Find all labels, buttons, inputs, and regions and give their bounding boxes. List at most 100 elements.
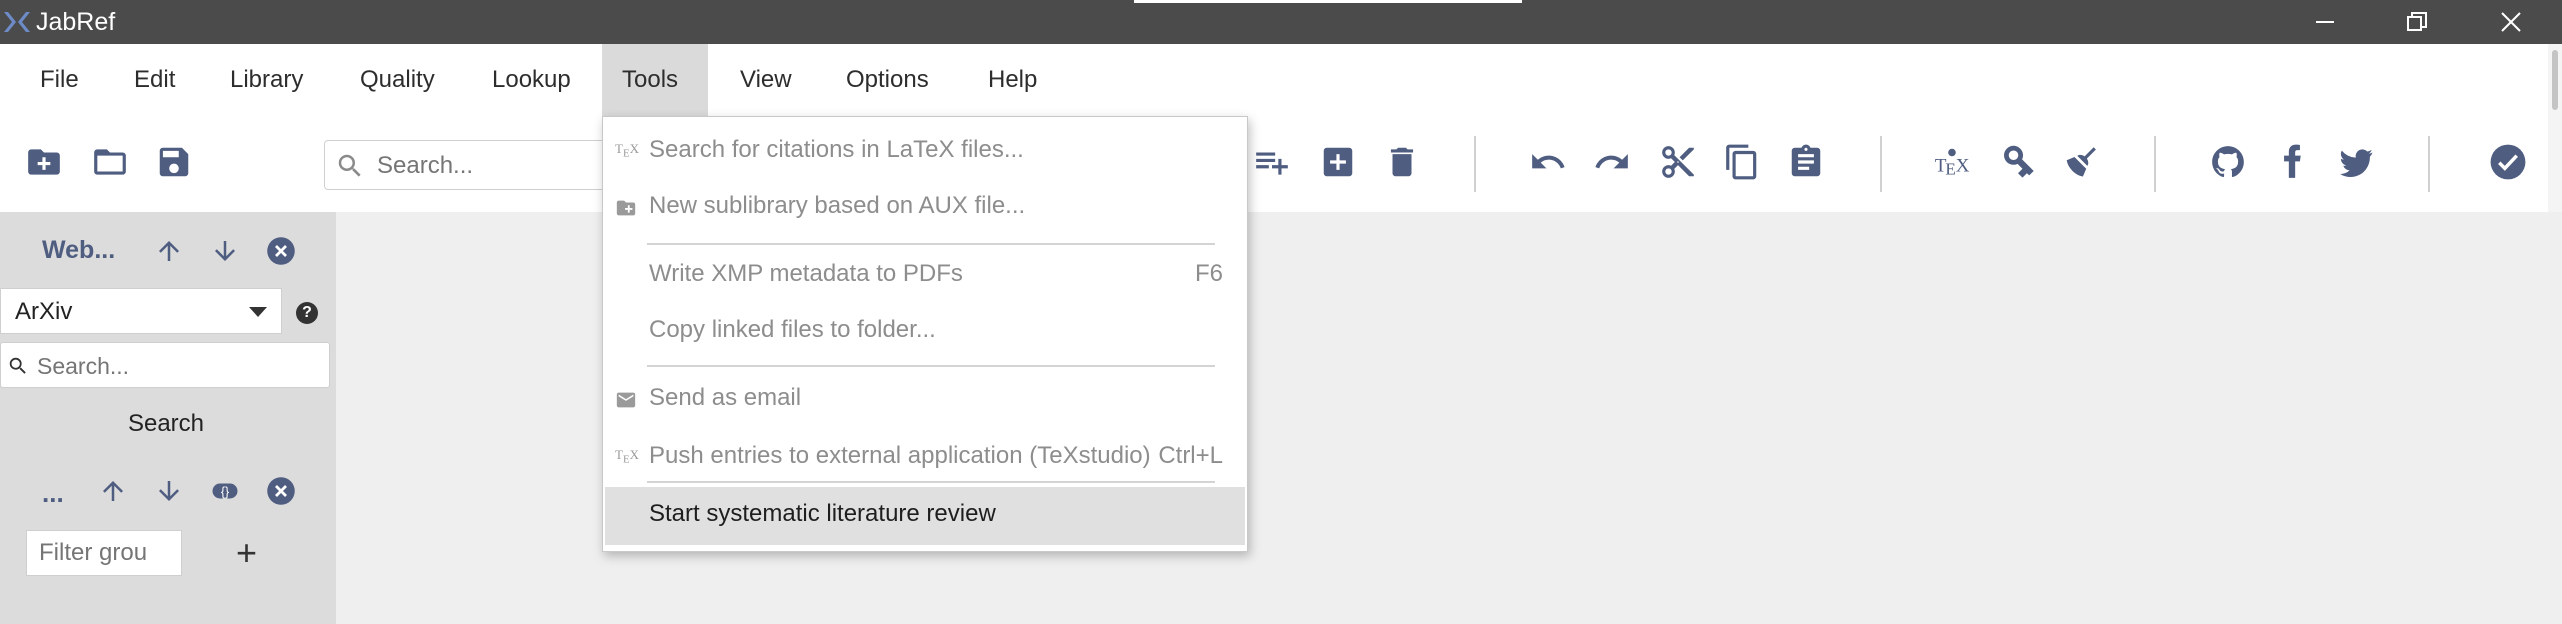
- copy-button[interactable]: [1720, 140, 1764, 184]
- menu-item-label: Copy linked files to folder...: [649, 316, 936, 343]
- arrow-down-icon: [215, 241, 235, 261]
- menu-item-label: Push entries to external application (Te…: [649, 442, 1151, 469]
- help-icon[interactable]: ?: [296, 302, 318, 324]
- fetcher-selected-value: ArXiv: [15, 298, 73, 325]
- undo-icon: [1532, 154, 1565, 169]
- menu-quality[interactable]: Quality: [340, 44, 455, 116]
- add-entry-button[interactable]: [1316, 140, 1360, 184]
- new-sublibrary-icon: [616, 200, 636, 216]
- menu-options[interactable]: Options: [826, 44, 949, 116]
- tex-icon: TEX: [1935, 148, 1970, 178]
- menu-tools[interactable]: Tools: [602, 44, 708, 116]
- menu-item-label: Search for citations in LaTeX files...: [649, 136, 1024, 163]
- menu-file[interactable]: File: [20, 44, 99, 116]
- web-search-title: Web...: [42, 236, 116, 264]
- svg-text:X: X: [1956, 156, 1970, 177]
- groups-move-up-button[interactable]: [96, 474, 130, 508]
- chevron-down-icon: [249, 307, 267, 317]
- twitter-icon: [2340, 149, 2373, 177]
- global-search-input[interactable]: [377, 147, 597, 185]
- cut-button[interactable]: [1656, 140, 1700, 184]
- svg-text:E: E: [1945, 159, 1955, 178]
- minimize-button[interactable]: [2280, 0, 2370, 44]
- open-folder-icon: [94, 149, 126, 175]
- web-search-move-down-button[interactable]: [208, 234, 242, 268]
- toolbar-separator: [2428, 136, 2430, 192]
- title-bar: JabRef: [0, 0, 2562, 44]
- generate-key-button[interactable]: [1996, 140, 2040, 184]
- menu-item-label: Write XMP metadata to PDFs: [649, 260, 963, 287]
- groups-options-button[interactable]: {}: [208, 474, 242, 508]
- menu-item-start-slr[interactable]: Start systematic literature review: [605, 487, 1245, 545]
- web-search-field[interactable]: [0, 342, 330, 388]
- copy-icon: [1726, 144, 1757, 180]
- menu-lookup[interactable]: Lookup: [472, 44, 591, 116]
- menu-item-push-external[interactable]: TEX Push entries to external application…: [605, 429, 1245, 485]
- paste-button[interactable]: [1784, 140, 1828, 184]
- jabref-logo-icon: [4, 12, 30, 32]
- menu-edit[interactable]: Edit: [114, 44, 195, 116]
- redo-button[interactable]: [1590, 140, 1634, 184]
- facebook-icon: [2284, 144, 2301, 178]
- svg-text:{}: {}: [221, 485, 229, 499]
- cut-icon: [1662, 146, 1694, 178]
- menu-item-label: Start systematic literature review: [649, 500, 996, 527]
- menu-item-new-sublibrary[interactable]: New sublibrary based on AUX file...: [605, 179, 1245, 235]
- undo-button[interactable]: [1526, 140, 1570, 184]
- toolbar-separator: [2154, 136, 2156, 192]
- filter-groups-field[interactable]: [26, 530, 182, 576]
- add-group-button[interactable]: +: [236, 532, 257, 574]
- web-search-move-up-button[interactable]: [152, 234, 186, 268]
- web-search-input[interactable]: [37, 348, 317, 384]
- delete-entry-button[interactable]: [1380, 140, 1424, 184]
- scrollbar-thumb[interactable]: [2552, 50, 2558, 110]
- close-circle-icon: [267, 237, 295, 265]
- toolbar: TEX: [0, 116, 2562, 212]
- menu-separator: [647, 243, 1215, 245]
- search-icon: [9, 357, 26, 374]
- menu-item-send-email[interactable]: Send as email: [605, 371, 1245, 427]
- twitter-button[interactable]: [2334, 140, 2378, 184]
- minimize-icon: [2316, 21, 2334, 23]
- tex-button[interactable]: TEX: [1930, 140, 1974, 184]
- new-library-icon: [28, 149, 60, 175]
- new-library-button[interactable]: [22, 140, 66, 184]
- window-title: JabRef: [36, 8, 116, 36]
- fetcher-select[interactable]: ArXiv: [0, 288, 282, 334]
- restore-button[interactable]: [2372, 0, 2462, 44]
- delete-icon: [1390, 147, 1414, 177]
- menu-view[interactable]: View: [720, 44, 812, 116]
- cleanup-button[interactable]: [2060, 140, 2104, 184]
- menu-help[interactable]: Help: [968, 44, 1057, 116]
- menu-library[interactable]: Library: [210, 44, 323, 116]
- envelope-icon: [616, 392, 636, 408]
- open-library-button[interactable]: [88, 140, 132, 184]
- menu-item-shortcut: Ctrl+L: [1158, 442, 1223, 469]
- menu-item-write-xmp[interactable]: Write XMP metadata to PDFs F6: [605, 247, 1245, 303]
- search-icon: [338, 154, 361, 177]
- add-entry-icon: [1323, 147, 1353, 177]
- facebook-button[interactable]: [2270, 140, 2314, 184]
- close-button[interactable]: [2466, 0, 2556, 44]
- close-circle-icon: [267, 477, 295, 505]
- global-search[interactable]: [324, 140, 614, 190]
- title-highlight: [1134, 0, 1522, 3]
- tools-menu-dropdown: TEX Search for citations in LaTeX files.…: [602, 116, 1248, 552]
- web-search-button[interactable]: Search: [0, 396, 332, 452]
- toolbar-separator: [1880, 136, 1882, 192]
- groups-close-button[interactable]: [264, 474, 298, 508]
- tex-icon: TEX: [615, 447, 639, 466]
- groups-move-down-button[interactable]: [152, 474, 186, 508]
- filter-groups-input[interactable]: [27, 531, 167, 575]
- save-library-button[interactable]: [152, 140, 196, 184]
- check-button[interactable]: [2486, 140, 2530, 184]
- menu-bar: File Edit Library Quality Lookup Tools V…: [0, 44, 2562, 116]
- menu-item-search-latex-citations[interactable]: TEX Search for citations in LaTeX files.…: [605, 123, 1245, 179]
- menu-item-copy-linked-files[interactable]: Copy linked files to folder...: [605, 303, 1245, 359]
- web-search-close-button[interactable]: [264, 234, 298, 268]
- side-panel: Web... ArXiv ? Search ... {}: [0, 212, 336, 624]
- window-scrollbar[interactable]: [2548, 44, 2562, 212]
- add-entry-list-button[interactable]: [1250, 140, 1294, 184]
- jabref-window: JabRef File Edit Library Quality Lookup …: [0, 0, 2562, 624]
- github-button[interactable]: [2206, 140, 2250, 184]
